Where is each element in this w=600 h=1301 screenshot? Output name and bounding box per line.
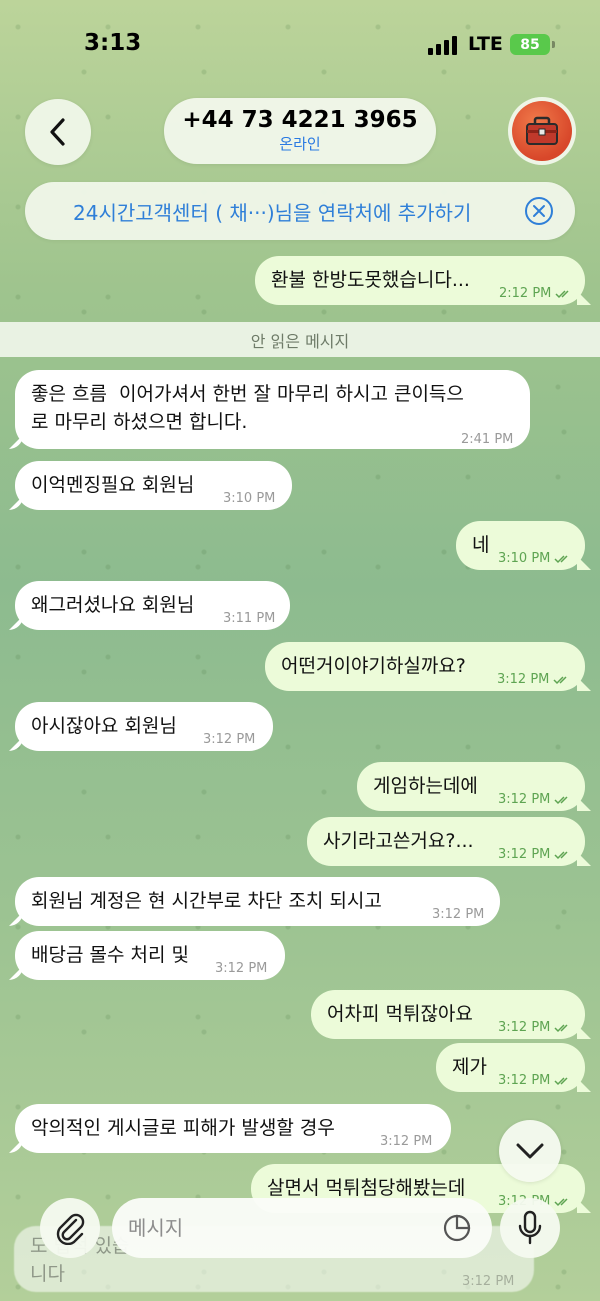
message-text: 환불 한방도못했습니다... [271,269,470,291]
message-bubble[interactable]: 사기라고쓴거요?... 3:12 PM [307,817,585,866]
add-contact-banner[interactable]: 24시간고객센터 ( 채···)님을 연락처에 추가하기 [25,182,575,240]
message-bubble[interactable]: 이억멘징필요 회원님 3:10 PM [15,461,292,510]
message-text: 게임하는데에 [373,775,478,797]
status-time: 3:13 [84,30,142,56]
message-bubble[interactable]: 배당금 몰수 처리 및 3:12 PM [15,931,285,980]
message-bubble[interactable]: 어차피 먹튀잖아요 3:12 PM [311,990,585,1039]
message-text: 회원님 계정은 현 시간부로 차단 조치 되시고 [31,890,382,912]
message-text: 어떤거이야기하실까요? [281,655,466,677]
message-bubble[interactable]: 아시잖아요 회원님 3:12 PM [15,702,273,751]
message-time: 3:12 PM [215,961,268,976]
message-text: 네 [472,534,490,556]
message-bubble[interactable]: 왜그러셨나요 회원님 3:11 PM [15,581,290,630]
signal-strength-icon [428,36,457,55]
avatar[interactable] [508,97,576,165]
message-text: 아시잖아요 회원님 [31,715,177,737]
double-check-icon [554,851,568,860]
battery-level: 85 [510,34,550,55]
message-bubble[interactable]: 회원님 계정은 현 시간부로 차단 조치 되시고 3:12 PM [15,877,500,926]
message-text: 이억멘징필요 회원님 [31,474,195,496]
faded-message-time: 3:12 PM [462,1274,515,1289]
message-bubble[interactable]: 게임하는데에 3:12 PM [357,762,585,811]
message-text: 제가 [452,1056,487,1078]
battery-cap-icon [552,41,555,48]
message-time: 3:12 PM [380,1134,433,1149]
message-time: 3:12 PM [203,732,256,747]
message-bubble[interactable]: 악의적인 게시글로 피해가 발생할 경우 3:12 PM [15,1104,451,1153]
message-time: 3:12 PM [497,672,550,687]
double-check-icon [554,555,568,564]
message-bubble[interactable]: 환불 한방도못했습니다... 2:12 PM [255,256,585,305]
message-bubble[interactable]: 제가 3:12 PM [436,1043,585,1092]
message-time: 3:12 PM [432,907,485,922]
message-time: 3:12 PM [498,1020,551,1035]
message-text: 어차피 먹튀잖아요 [327,1003,473,1025]
back-button[interactable] [25,99,91,165]
message-time: 3:10 PM [223,491,276,506]
voice-record-button[interactable] [500,1198,560,1258]
double-check-icon [555,290,569,299]
online-status: 온라인 [279,135,321,153]
message-time: 3:10 PM [498,551,551,566]
paperclip-icon [56,1213,85,1245]
message-bubble[interactable]: 좋은 흐름 이어가셔서 한번 잘 마무리 하시고 큰이득으 로 마무리 하셨으면… [15,370,530,449]
double-check-icon [554,1198,568,1207]
message-time: 2:41 PM [461,432,514,447]
close-icon[interactable] [525,197,553,225]
message-text: 배당금 몰수 처리 및 [31,944,189,966]
double-check-icon [554,1024,568,1033]
chevron-down-icon [516,1143,544,1159]
sticker-button[interactable] [440,1211,474,1245]
message-time: 3:12 PM [498,1073,551,1088]
double-check-icon [554,796,568,805]
message-time: 3:12 PM [498,847,551,862]
message-text: 좋은 흐름 이어가셔서 한번 잘 마무리 하시고 큰이득으 로 마무리 하셨으면… [31,383,464,433]
message-time: 3:12 PM [498,792,551,807]
toolbox-avatar-icon [526,116,558,145]
back-chevron-icon [50,118,65,146]
microphone-icon [518,1210,542,1245]
attach-button[interactable] [40,1198,100,1258]
message-text: 악의적인 게시글로 피해가 발생할 경우 [31,1117,335,1139]
scroll-down-button[interactable] [499,1120,561,1182]
message-text: 살면서 먹튀첨당해봤는데 [267,1177,466,1199]
sticker-icon [443,1214,471,1242]
message-input[interactable] [112,1198,492,1258]
message-bubble[interactable]: 네 3:10 PM [456,521,585,570]
message-text: 왜그러셨나요 회원님 [31,594,195,616]
unread-divider: 안 읽은 메시지 [0,322,600,357]
double-check-icon [553,676,567,685]
network-type: LTE [468,33,503,55]
message-text: 사기라고쓴거요?... [323,830,474,852]
add-contact-label: 24시간고객센터 ( 채···)님을 연락처에 추가하기 [73,200,472,225]
double-check-icon [554,1077,568,1086]
message-time: 2:12 PM [499,286,552,301]
message-bubble[interactable]: 어떤거이야기하실까요? 3:12 PM [265,642,585,691]
chat-title[interactable]: +44 73 4221 3965 온라인 [164,98,436,164]
contact-phone: +44 73 4221 3965 [182,107,418,133]
message-time: 3:11 PM [223,611,276,626]
